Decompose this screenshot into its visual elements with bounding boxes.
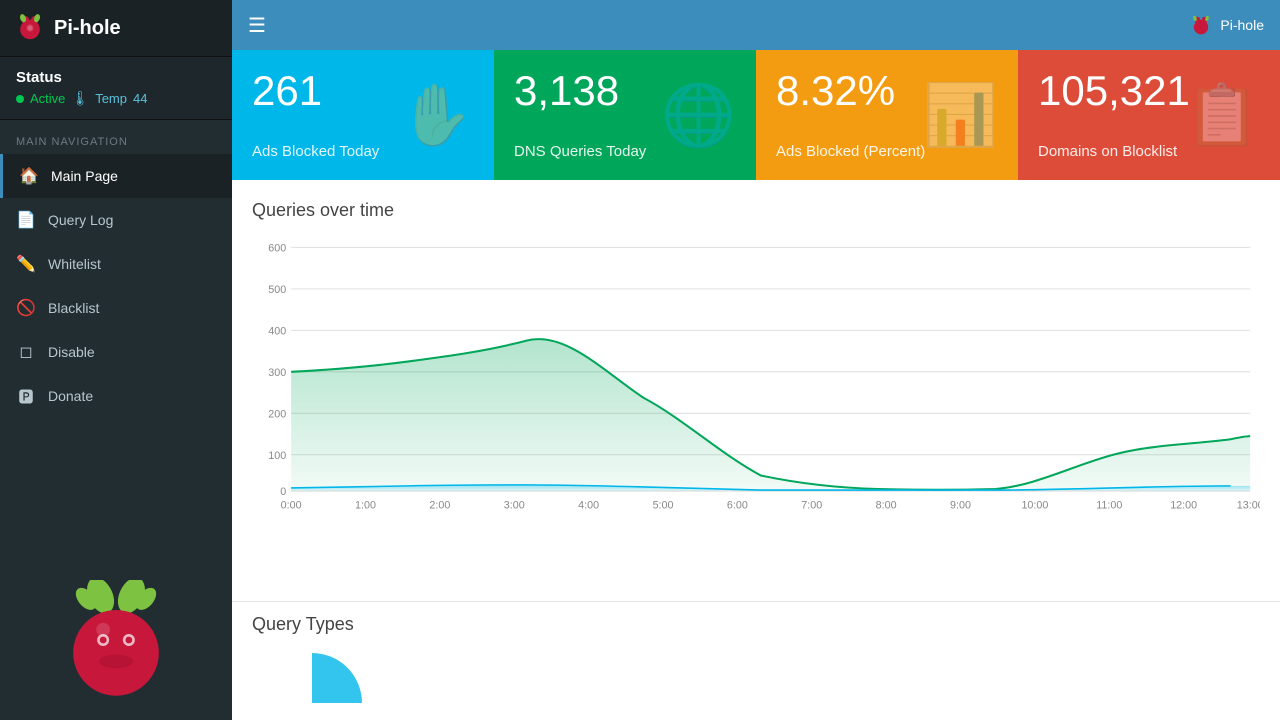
status-heading: Status xyxy=(16,69,216,86)
svg-text:0:00: 0:00 xyxy=(281,499,302,511)
svg-text:11:00: 11:00 xyxy=(1096,499,1122,511)
query-types-section: Query Types xyxy=(232,601,1280,720)
querylog-icon: 📄 xyxy=(16,210,36,230)
home-icon: 🏠 xyxy=(19,166,39,186)
status-temp-icon: 🌡 xyxy=(71,90,89,107)
status-temp-label: Temp xyxy=(95,91,127,106)
status-temp-value: 44 xyxy=(133,91,147,106)
status-details: Active 🌡 Temp 44 xyxy=(16,90,216,107)
stat-card-dns-queries: 3,138 DNS Queries Today 🌐 xyxy=(494,50,756,180)
sidebar-item-blacklist[interactable]: 🚫 Blacklist xyxy=(0,286,232,330)
globe-icon: 🌐 xyxy=(661,80,736,151)
stat-card-ads-blocked: 261 Ads Blocked Today ✋ xyxy=(232,50,494,180)
svg-text:2:00: 2:00 xyxy=(429,499,450,511)
query-types-chart xyxy=(252,643,372,703)
main-nav: 🏠 Main Page 📄 Query Log ✏️ Whitelist 🚫 B… xyxy=(0,154,232,418)
svg-text:300: 300 xyxy=(268,367,286,379)
disable-icon: ◻ xyxy=(16,342,36,362)
query-types-title: Query Types xyxy=(252,614,1260,635)
sidebar-item-whitelist[interactable]: ✏️ Whitelist xyxy=(0,242,232,286)
hamburger-icon[interactable]: ☰ xyxy=(248,13,266,38)
svg-text:600: 600 xyxy=(268,242,286,254)
svg-text:5:00: 5:00 xyxy=(653,499,674,511)
raspberry-pi-logo xyxy=(56,580,176,700)
svg-text:400: 400 xyxy=(268,325,286,337)
whitelist-icon: ✏️ xyxy=(16,254,36,274)
topbar-pi-icon xyxy=(1190,14,1212,36)
sidebar-header: Pi-hole xyxy=(0,0,232,57)
svg-text:10:00: 10:00 xyxy=(1021,499,1048,511)
nav-label-blacklist: Blacklist xyxy=(48,300,99,316)
queries-chart: 600 500 400 300 200 100 0 xyxy=(252,237,1260,517)
sidebar-item-main-page[interactable]: 🏠 Main Page xyxy=(0,154,232,198)
sidebar: Pi-hole Status Active 🌡 Temp 44 MAIN NAV… xyxy=(0,0,232,720)
main-content: ☰ Pi-hole 261 Ads Blocked Today ✋ 3,138 … xyxy=(232,0,1280,720)
nav-label-donate: Donate xyxy=(48,388,93,404)
sidebar-logo xyxy=(0,560,232,720)
svg-text:100: 100 xyxy=(268,450,286,462)
status-active-text: Active xyxy=(30,91,65,106)
svg-text:3:00: 3:00 xyxy=(504,499,525,511)
stat-card-domains-blocklist: 105,321 Domains on Blocklist 📋 xyxy=(1018,50,1280,180)
nav-label-main-page: Main Page xyxy=(51,168,118,184)
donate-icon: 🅿 xyxy=(16,386,36,406)
sidebar-item-donate[interactable]: 🅿 Donate xyxy=(0,374,232,418)
svg-text:1:00: 1:00 xyxy=(355,499,376,511)
topbar: ☰ Pi-hole xyxy=(232,0,1280,50)
svg-text:0: 0 xyxy=(280,486,286,498)
status-section: Status Active 🌡 Temp 44 xyxy=(0,57,232,120)
chart-area: Queries over time 600 500 400 300 200 10… xyxy=(232,180,1280,720)
hand-icon: ✋ xyxy=(399,80,474,151)
nav-section-label: MAIN NAVIGATION xyxy=(0,120,232,154)
svg-text:8:00: 8:00 xyxy=(876,499,897,511)
nav-label-query-log: Query Log xyxy=(48,212,113,228)
stat-card-ads-percent: 8.32% Ads Blocked (Percent) 📊 xyxy=(756,50,1018,180)
svg-text:200: 200 xyxy=(268,408,286,420)
topbar-user-label: Pi-hole xyxy=(1220,17,1264,33)
nav-label-disable: Disable xyxy=(48,344,95,360)
stats-row: 261 Ads Blocked Today ✋ 3,138 DNS Querie… xyxy=(232,50,1280,180)
chart-icon: 📊 xyxy=(923,80,998,151)
svg-text:13:00: 13:00 xyxy=(1237,499,1260,511)
chart-title: Queries over time xyxy=(252,200,1260,221)
svg-text:7:00: 7:00 xyxy=(801,499,822,511)
sidebar-item-query-log[interactable]: 📄 Query Log xyxy=(0,198,232,242)
blacklist-icon: 🚫 xyxy=(16,298,36,318)
sidebar-item-disable[interactable]: ◻ Disable xyxy=(0,330,232,374)
svg-text:12:00: 12:00 xyxy=(1170,499,1197,511)
svg-text:4:00: 4:00 xyxy=(578,499,599,511)
list-icon: 📋 xyxy=(1185,80,1260,151)
svg-text:6:00: 6:00 xyxy=(727,499,748,511)
sidebar-title: Pi-hole xyxy=(54,17,121,40)
nav-label-whitelist: Whitelist xyxy=(48,256,101,272)
status-dot-icon xyxy=(16,95,24,103)
pi-logo-icon xyxy=(16,14,44,42)
svg-text:9:00: 9:00 xyxy=(950,499,971,511)
svg-text:500: 500 xyxy=(268,284,286,296)
topbar-right: Pi-hole xyxy=(1190,14,1264,36)
